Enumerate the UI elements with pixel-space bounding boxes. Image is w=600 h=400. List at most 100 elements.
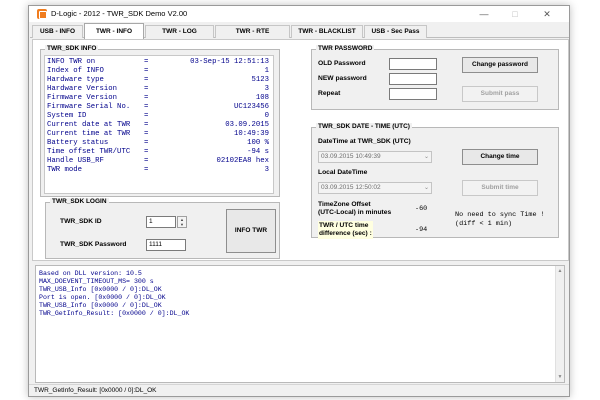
close-button[interactable]: ✕ [534, 7, 560, 21]
twr-sdk-info-group: TWR_SDK INFO INFO TWR on = 03-Sep-15 12:51… [40, 45, 280, 197]
time-diff-label-line2: difference (sec) : [319, 230, 372, 237]
submit-time-button[interactable]: Submit time [462, 180, 538, 196]
info-equals: = [144, 148, 149, 156]
info-equals: = [144, 112, 149, 120]
local-datetime-label: Local DateTime [318, 169, 368, 176]
info-list: INFO TWR on = 03-Sep-15 12:51:13 Index of … [44, 55, 274, 194]
title-bar: D-Logic - 2012 - TWR_SDK Demo V2.00 — □ … [29, 6, 569, 22]
info-row: Time offset TWR/UTC = -94 s [47, 148, 271, 157]
log-line: Port is open. [0x0000 / 0]:DL_OK [39, 294, 166, 301]
log-scrollbar[interactable]: ▲ ▼ [555, 266, 564, 382]
info-row: Firmware Version = 108 [47, 94, 271, 103]
info-row: Current date at TWR = 03.09.2015 [47, 121, 271, 130]
info-value: 3 [264, 166, 269, 174]
info-value: -94 s [247, 148, 269, 156]
minimize-button[interactable]: — [471, 7, 497, 21]
info-label: Current time at TWR [47, 130, 131, 138]
tab-twr-log[interactable]: TWR - LOG [145, 25, 214, 38]
info-equals: = [144, 139, 149, 147]
info-row: Current time at TWR = 10:49:39 [47, 130, 271, 139]
tz-offset-value: -60 [415, 205, 428, 213]
datetime-twr-value: 03.09.2015 10:49:39 [321, 153, 381, 160]
local-datetime-combo[interactable]: 03.09.2015 12:50:02 ⌄ [318, 182, 432, 194]
old-password-input[interactable] [389, 58, 437, 70]
twr-sdk-info-title: TWR_SDK INFO [45, 45, 99, 52]
info-value: 10:49:39 [233, 130, 269, 138]
time-diff-label: TWR / UTC time difference (sec) : [318, 221, 373, 239]
window-title: D-Logic - 2012 - TWR_SDK Demo V2.00 [51, 9, 188, 18]
tab-content-twr-info: TWR_SDK INFO INFO TWR on = 03-Sep-15 12:51… [32, 39, 569, 261]
submit-pass-button[interactable]: Submit pass [462, 86, 538, 102]
sync-note-detail: (diff < 1 min) [455, 220, 513, 228]
maximize-button[interactable]: □ [502, 7, 528, 21]
sync-note: No need to sync Time ! [455, 211, 545, 219]
info-value: 03.09.2015 [225, 121, 269, 129]
log-line: MAX_DOEVENT_TIMEOUT_MS= 300 s [39, 278, 154, 285]
tab-usb-info[interactable]: USB - INFO [32, 25, 83, 38]
info-row: Hardware type = 5123 [47, 76, 271, 85]
info-equals: = [144, 58, 149, 66]
twr-password-group: TWR PASSWORD OLD Password NEW password R… [311, 45, 559, 110]
sdk-id-label: TWR_SDK ID [60, 218, 102, 225]
info-twr-button[interactable]: INFO TWR [226, 209, 276, 253]
info-equals: = [144, 130, 149, 138]
info-label: Index of INFO [47, 67, 104, 75]
old-password-label: OLD Password [318, 60, 366, 67]
twr-sdk-login-group: TWR_SDK LOGIN TWR_SDK ID 1 ▲ ▼ TWR_SDK Pa… [45, 198, 280, 259]
info-value: 3 [264, 85, 269, 93]
change-time-button[interactable]: Change time [462, 149, 538, 165]
status-bar: TWR_GetInfo_Result: [0x0000 / 0]:DL_OK [29, 384, 569, 396]
tz-offset-label: TimeZone Offset [318, 201, 371, 208]
info-label: Hardware type [47, 76, 104, 84]
info-label: Battery status [47, 139, 109, 147]
log-line: TWR_GetInfo_Result: [0x0000 / 0]:DL_OK [39, 310, 190, 317]
log-textarea[interactable]: Based on DLL version: 10.5 MAX_DOEVENT_T… [35, 265, 565, 383]
change-password-button[interactable]: Change password [462, 57, 538, 73]
new-password-input[interactable] [389, 73, 437, 85]
log-line: Based on DLL version: 10.5 [39, 270, 142, 277]
repeat-password-input[interactable] [389, 88, 437, 100]
sdk-id-spinner[interactable]: ▲ ▼ [177, 216, 187, 228]
info-equals: = [144, 67, 149, 75]
info-label: Current date at TWR [47, 121, 131, 129]
info-equals: = [144, 103, 149, 111]
tab-usb-sec-pass[interactable]: USB - Sec Pass [364, 25, 427, 38]
local-datetime-value: 03.09.2015 12:50:02 [321, 184, 381, 191]
twr-sdk-datetime-title: TWR_SDK DATE - TIME (UTC) [316, 123, 412, 130]
info-row: System ID = 0 [47, 112, 271, 121]
scroll-down-icon[interactable]: ▼ [556, 373, 564, 381]
datetime-twr-label: DateTime at TWR_SDK (UTC) [318, 138, 411, 145]
datetime-twr-combo[interactable]: 03.09.2015 10:49:39 ⌄ [318, 151, 432, 163]
info-label: Firmware Serial No. [47, 103, 131, 111]
info-label: INFO TWR on [47, 58, 96, 66]
info-equals: = [144, 85, 149, 93]
app-logo-icon [37, 9, 47, 19]
log-line: TWR_USB_Info [0x0000 / 0]:DL_OK [39, 302, 162, 309]
tab-twr-rte[interactable]: TWR - RTE [215, 25, 290, 38]
info-value: UC123456 [233, 103, 269, 111]
chevron-down-icon: ⌄ [423, 185, 429, 191]
info-label: Time offset TWR/UTC [47, 148, 131, 156]
log-line: TWR_USB_Info [0x0000 / 0]:DL_OK [39, 286, 162, 293]
info-label: Hardware Version [47, 85, 118, 93]
info-value: 0 [264, 112, 269, 120]
info-equals: = [144, 157, 149, 165]
twr-password-title: TWR PASSWORD [316, 45, 375, 52]
sdk-id-input[interactable]: 1 [146, 216, 176, 228]
time-diff-label-line1: TWR / UTC time [319, 222, 369, 229]
info-value: 100 % [247, 139, 269, 147]
info-value: 108 [255, 94, 269, 102]
spin-down-icon[interactable]: ▼ [178, 222, 186, 227]
new-password-label: NEW password [318, 75, 367, 82]
tab-twr-blacklist[interactable]: TWR - BLACKLIST [291, 25, 363, 38]
info-equals: = [144, 94, 149, 102]
scroll-up-icon[interactable]: ▲ [556, 267, 564, 275]
sdk-password-input[interactable]: 1111 [146, 239, 186, 251]
info-label: Handle USB_RF [47, 157, 104, 165]
tab-twr-info[interactable]: TWR - INFO [84, 23, 144, 39]
info-value: 03-Sep-15 12:51:13 [190, 58, 269, 66]
info-equals: = [144, 166, 149, 174]
twr-sdk-login-title: TWR_SDK LOGIN [50, 198, 109, 205]
time-diff-value: -94 [415, 226, 428, 234]
info-equals: = [144, 76, 149, 84]
